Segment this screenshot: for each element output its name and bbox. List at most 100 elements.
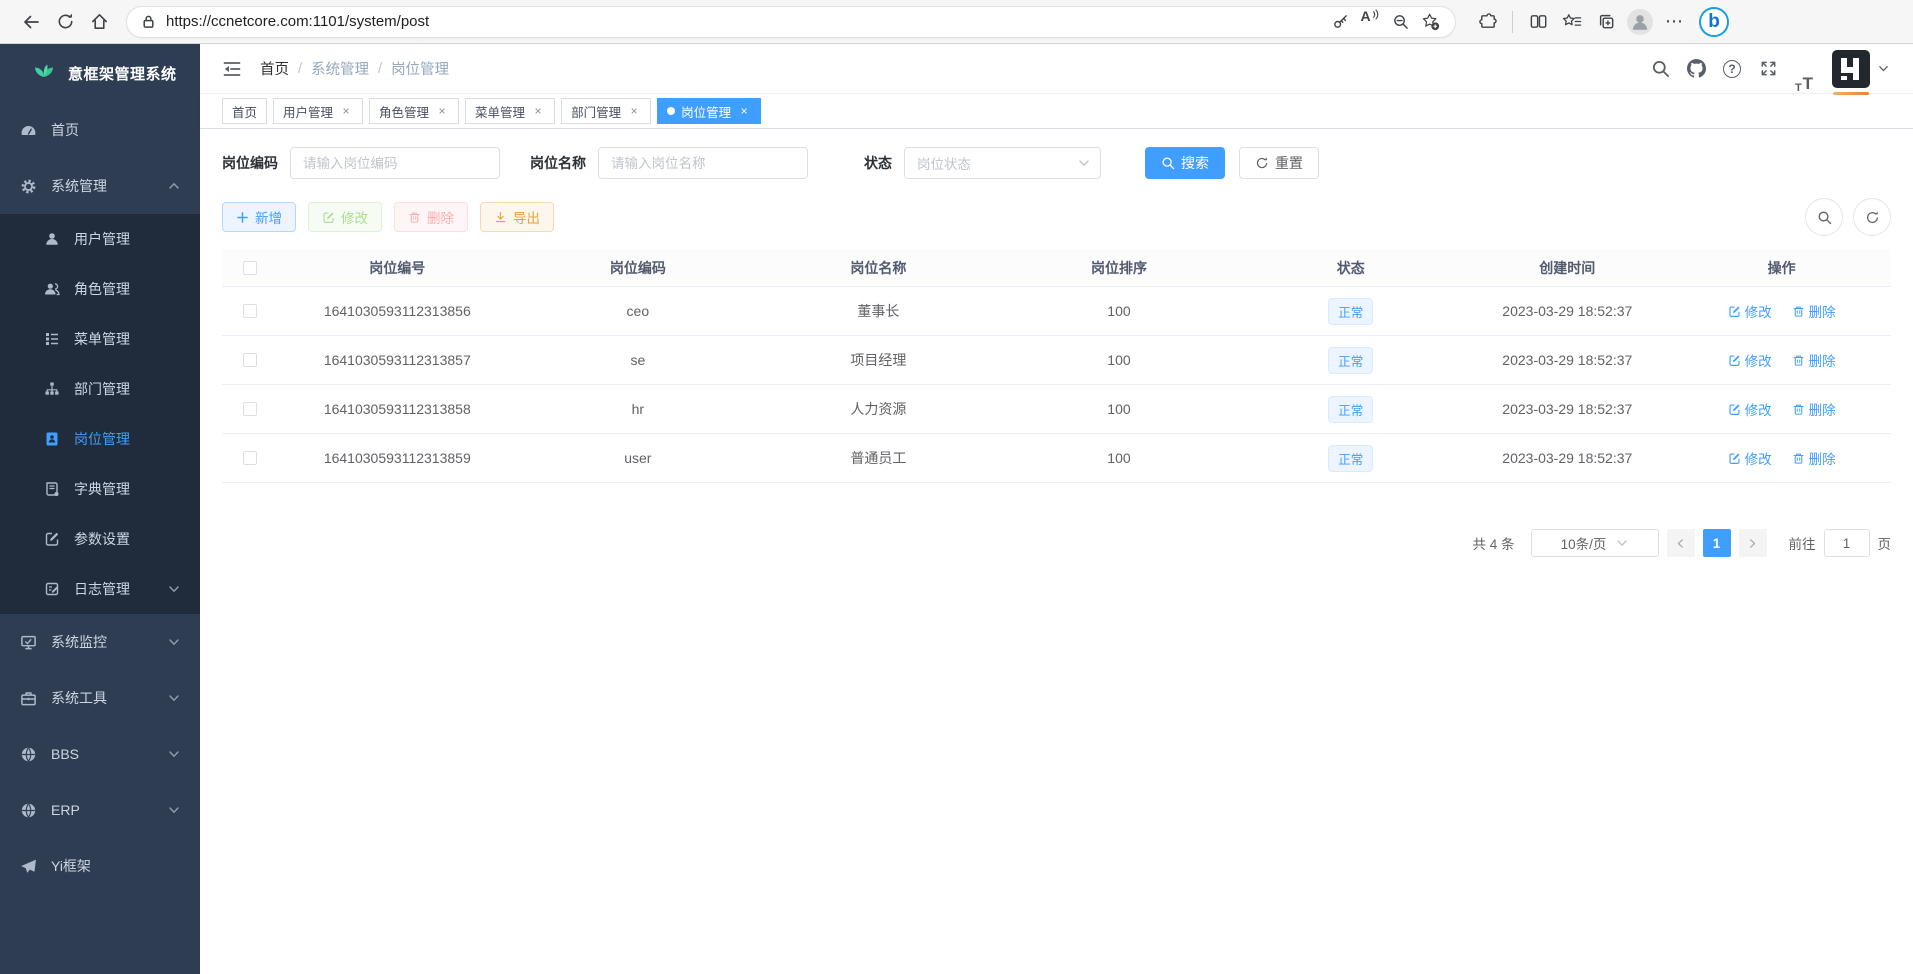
sidebar-item-monitor[interactable]: 系统监控 [0, 614, 200, 670]
url-text[interactable]: https://ccnetcore.com:1101/system/post [166, 13, 1325, 30]
favorites-bar-icon[interactable] [1555, 5, 1589, 39]
chevron-left-icon [1675, 538, 1686, 549]
close-icon[interactable]: × [339, 104, 353, 118]
column-header-post-name: 岗位名称 [758, 258, 999, 278]
breadcrumb-system: 系统管理 [311, 58, 369, 79]
next-page-button[interactable] [1739, 529, 1767, 557]
cell-post-code: user [518, 450, 759, 466]
github-icon[interactable] [1678, 44, 1714, 94]
sidebar-item-roles[interactable]: 角色管理 [0, 264, 200, 314]
tab-home[interactable]: 首页 [222, 98, 267, 124]
reset-button[interactable]: 重置 [1239, 147, 1319, 179]
cell-post-code: se [518, 352, 759, 368]
sidebar-item-system[interactable]: 系统管理 [0, 158, 200, 214]
goto-page-input[interactable] [1824, 529, 1870, 557]
refresh-table-button[interactable] [1853, 198, 1891, 236]
delete-link[interactable]: 删除 [1792, 350, 1836, 370]
profile-avatar[interactable] [1623, 5, 1657, 39]
user-avatar-menu[interactable] [1832, 50, 1889, 88]
post-code-input[interactable] [290, 147, 500, 179]
search-icon[interactable] [1642, 44, 1678, 94]
collapse-sidebar-icon[interactable] [222, 59, 242, 79]
toolbar-divider [1512, 11, 1513, 33]
browser-refresh-button[interactable] [48, 5, 82, 39]
status-select[interactable]: 岗位状态 [904, 147, 1101, 179]
chevron-down-icon [168, 804, 180, 816]
sidebar-item-parameters[interactable]: 参数设置 [0, 514, 200, 564]
fullscreen-icon[interactable] [1750, 44, 1786, 94]
toggle-search-button[interactable] [1805, 198, 1843, 236]
sidebar-item-departments[interactable]: 部门管理 [0, 364, 200, 414]
tab-departments[interactable]: 部门管理× [561, 98, 651, 124]
page-size-select[interactable]: 10条/页 [1531, 529, 1659, 557]
close-icon[interactable]: × [627, 104, 641, 118]
cell-post-sort: 100 [999, 352, 1240, 368]
sidebar-item-home[interactable]: 首页 [0, 102, 200, 158]
edit-button[interactable]: 修改 [308, 202, 382, 232]
browser-toolbar: https://ccnetcore.com:1101/system/post A… [0, 0, 1913, 44]
bing-chat-icon[interactable]: b [1699, 7, 1729, 37]
browser-back-button[interactable] [14, 5, 48, 39]
tab-posts-active[interactable]: 岗位管理× [657, 98, 761, 124]
sidebar-item-logs[interactable]: 日志管理 [0, 564, 200, 614]
row-checkbox[interactable] [243, 402, 257, 416]
delete-button[interactable]: 删除 [394, 202, 468, 232]
delete-link[interactable]: 删除 [1792, 301, 1836, 321]
sidebar-item-tools[interactable]: 系统工具 [0, 670, 200, 726]
chevron-down-icon [168, 692, 180, 704]
prev-page-button[interactable] [1667, 529, 1695, 557]
tab-roles[interactable]: 角色管理× [369, 98, 459, 124]
edit-link[interactable]: 修改 [1728, 448, 1772, 468]
tab-users[interactable]: 用户管理× [273, 98, 363, 124]
close-icon[interactable]: × [435, 104, 449, 118]
sidebar-item-yi-framework[interactable]: Yi框架 [0, 838, 200, 894]
sidebar-item-menus[interactable]: 菜单管理 [0, 314, 200, 364]
close-icon[interactable]: × [737, 104, 751, 118]
select-all-checkbox[interactable] [243, 261, 257, 275]
chevron-right-icon [1747, 538, 1758, 549]
cell-post-sort: 100 [999, 401, 1240, 417]
delete-link[interactable]: 删除 [1792, 399, 1836, 419]
edit-icon [1728, 354, 1741, 367]
add-button[interactable]: 新增 [222, 202, 296, 232]
add-favorite-icon[interactable] [1415, 8, 1445, 36]
tab-menus[interactable]: 菜单管理× [465, 98, 555, 124]
font-size-icon[interactable]: TT [1786, 44, 1822, 94]
search-button[interactable]: 搜索 [1145, 147, 1225, 179]
help-icon[interactable]: ? [1714, 44, 1750, 94]
column-header-created: 创建时间 [1462, 258, 1672, 278]
row-checkbox[interactable] [243, 304, 257, 318]
close-icon[interactable]: × [531, 104, 545, 118]
browser-home-button[interactable] [82, 5, 116, 39]
post-name-input[interactable] [598, 147, 808, 179]
sidebar-item-dictionary[interactable]: 字典管理 [0, 464, 200, 514]
browser-menu-icon[interactable]: ⋯ [1657, 11, 1691, 32]
app-navbar: 首页 / 系统管理 / 岗位管理 ? TT [200, 44, 1913, 94]
split-screen-icon[interactable] [1521, 5, 1555, 39]
sidebar-item-bbs[interactable]: BBS [0, 726, 200, 782]
edit-link[interactable]: 修改 [1728, 350, 1772, 370]
collections-icon[interactable] [1589, 5, 1623, 39]
sidebar-item-erp[interactable]: ERP [0, 782, 200, 838]
sidebar-item-posts[interactable]: 岗位管理 [0, 414, 200, 464]
sidebar-item-users[interactable]: 用户管理 [0, 214, 200, 264]
column-header-post-code: 岗位编码 [518, 258, 759, 278]
export-button[interactable]: 导出 [480, 202, 554, 232]
cell-post-code: ceo [518, 303, 759, 319]
extensions-icon[interactable] [1470, 5, 1504, 39]
edit-link[interactable]: 修改 [1728, 399, 1772, 419]
row-checkbox[interactable] [243, 451, 257, 465]
monitor-icon [20, 634, 37, 651]
password-key-icon[interactable] [1325, 8, 1355, 36]
edit-link[interactable]: 修改 [1728, 301, 1772, 321]
breadcrumb-home[interactable]: 首页 [260, 58, 289, 79]
address-bar[interactable]: https://ccnetcore.com:1101/system/post A [126, 6, 1456, 38]
current-page-button[interactable]: 1 [1703, 529, 1731, 557]
plus-icon [236, 211, 249, 224]
delete-link[interactable]: 删除 [1792, 448, 1836, 468]
filter-form: 岗位编码 岗位名称 状态 岗位状态 搜索 重置 [222, 147, 1891, 179]
zoom-out-icon[interactable] [1385, 8, 1415, 36]
read-aloud-icon[interactable]: A [1355, 8, 1385, 36]
row-checkbox[interactable] [243, 353, 257, 367]
status-badge: 正常 [1328, 298, 1373, 325]
